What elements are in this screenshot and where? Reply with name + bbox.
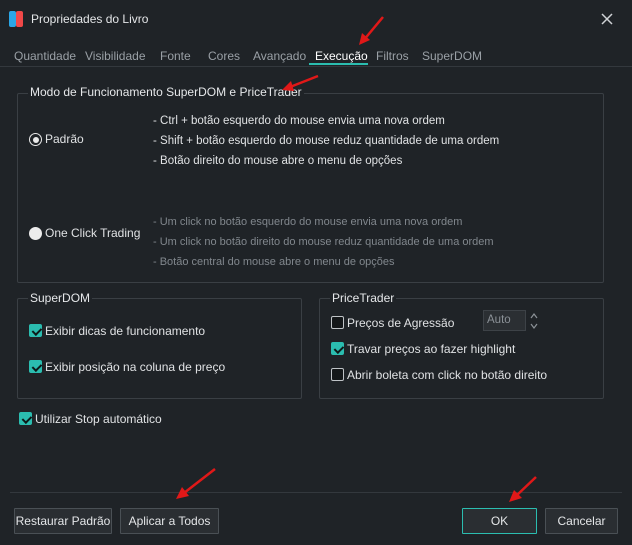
oneclick-desc-1: - Um click no botão esquerdo do mouse en…	[153, 216, 463, 228]
padrao-desc-2: - Shift + botão esquerdo do mouse reduz …	[153, 135, 500, 147]
checkbox-travar-precos-label[interactable]: Travar preços ao fazer highlight	[347, 342, 515, 356]
restaurar-padrao-button[interactable]: Restaurar Padrão	[14, 508, 112, 534]
checkbox-stop-automatico[interactable]	[19, 412, 32, 425]
window-title: Propriedades do Livro	[31, 12, 149, 26]
annotation-arrow-icon	[282, 74, 319, 91]
checkbox-abrir-boleta[interactable]	[331, 368, 344, 381]
superdom-group	[17, 298, 302, 399]
spin-up-icon[interactable]	[529, 312, 539, 320]
checkbox-stop-automatico-label[interactable]: Utilizar Stop automático	[35, 412, 162, 426]
tab-filtros[interactable]: Filtros	[376, 49, 409, 63]
checkbox-abrir-boleta-label[interactable]: Abrir boleta com click no botão direito	[347, 368, 547, 382]
title-bar: Propriedades do Livro	[0, 0, 632, 38]
cancelar-button[interactable]: Cancelar	[545, 508, 618, 534]
active-tab-indicator	[309, 63, 368, 65]
oneclick-desc-3: - Botão central do mouse abre o menu de …	[153, 256, 395, 268]
checkbox-exibir-posicao[interactable]	[29, 360, 42, 373]
checkbox-exibir-dicas[interactable]	[29, 324, 42, 337]
app-logo-icon	[9, 11, 23, 27]
superdom-group-title: SuperDOM	[28, 291, 93, 305]
radio-padrao[interactable]	[29, 133, 42, 146]
radio-padrao-label[interactable]: Padrão	[45, 132, 84, 146]
aggression-spinner[interactable]: Auto	[483, 310, 526, 331]
radio-one-click-label[interactable]: One Click Trading	[45, 226, 140, 240]
radio-one-click-trading[interactable]	[29, 227, 42, 240]
tab-superdom[interactable]: SuperDOM	[422, 49, 482, 63]
checkbox-precos-agressao[interactable]	[331, 316, 344, 329]
checkbox-travar-precos[interactable]	[331, 342, 344, 355]
tab-divider	[0, 66, 632, 67]
padrao-desc-1: - Ctrl + botão esquerdo do mouse envia u…	[153, 115, 445, 127]
pricetrader-group-title: PriceTrader	[330, 291, 397, 305]
tab-visibilidade[interactable]: Visibilidade	[85, 49, 146, 63]
padrao-desc-3: - Botão direito do mouse abre o menu de …	[153, 155, 403, 167]
checkbox-exibir-posicao-label[interactable]: Exibir posição na coluna de preço	[45, 360, 225, 374]
mode-group-title: Modo de Funcionamento SuperDOM e PriceTr…	[28, 85, 304, 99]
annotation-arrow-icon	[509, 476, 537, 502]
ok-button[interactable]: OK	[462, 508, 537, 534]
tab-avancado[interactable]: Avançado	[253, 49, 306, 63]
annotation-arrow-icon	[359, 16, 384, 45]
annotation-arrow-icon	[176, 468, 216, 499]
tab-execucao[interactable]: Execução	[315, 49, 368, 63]
aplicar-a-todos-button[interactable]: Aplicar a Todos	[120, 508, 219, 534]
tab-quantidade[interactable]: Quantidade	[14, 49, 76, 63]
tab-fonte[interactable]: Fonte	[160, 49, 191, 63]
checkbox-precos-agressao-label[interactable]: Preços de Agressão	[347, 316, 454, 330]
oneclick-desc-2: - Um click no botão direito do mouse red…	[153, 236, 494, 248]
tab-cores[interactable]: Cores	[208, 49, 240, 63]
checkbox-exibir-dicas-label[interactable]: Exibir dicas de funcionamento	[45, 324, 205, 338]
close-icon[interactable]	[598, 10, 616, 28]
spin-down-icon[interactable]	[529, 322, 539, 330]
